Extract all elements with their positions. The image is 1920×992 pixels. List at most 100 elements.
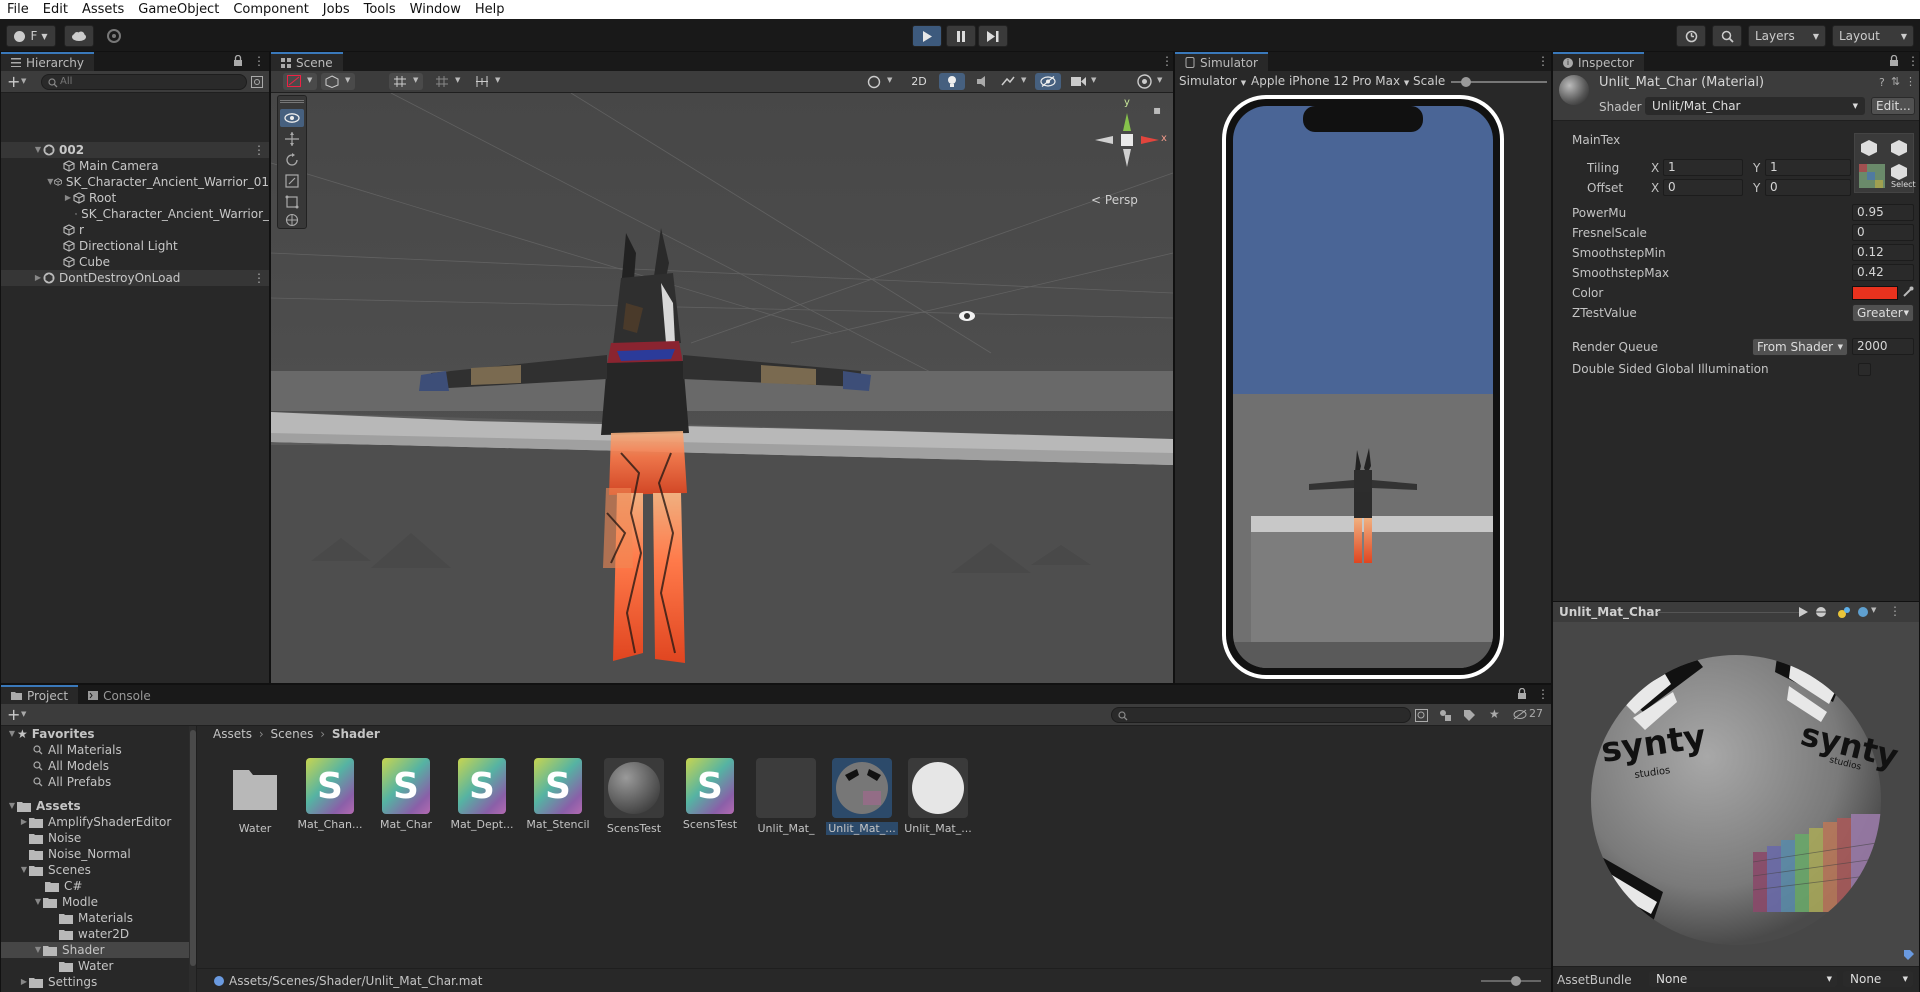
kebab-menu-icon[interactable]: ⋮ (1161, 54, 1173, 68)
lock-icon[interactable] (1889, 55, 1899, 66)
color-swatch[interactable] (1852, 286, 1898, 300)
draw-mode-dropdown[interactable]: ▼ (283, 73, 317, 90)
render-queue-mode-dropdown[interactable]: From Shader ▼ (1752, 338, 1848, 356)
favorite-star-icon[interactable]: ★ (1489, 707, 1500, 721)
kebab-menu-icon[interactable]: ⋮ (253, 142, 265, 158)
folder-amplifyshadereditor[interactable]: ▶ AmplifyShaderEditor (19, 814, 171, 830)
effects-dropdown[interactable]: ▼ (997, 73, 1031, 90)
asset-scenstest-shader[interactable]: S ScensTest (674, 758, 746, 831)
expand-arrow-icon[interactable]: ▶ (33, 270, 43, 286)
projection-toggle[interactable]: < Persp (1091, 193, 1138, 207)
favorites-header[interactable]: ▼ ★ Favorites (7, 726, 95, 742)
rotate-tool-button[interactable] (280, 151, 304, 169)
tab-hierarchy[interactable]: Hierarchy (1, 52, 95, 71)
folder-modle[interactable]: ▼ Modle (33, 894, 98, 910)
tab-project[interactable]: Project (1, 685, 79, 704)
folder-shader[interactable]: ▼ Shader (1, 942, 196, 958)
search-by-type-icon[interactable] (1415, 709, 1428, 722)
favorite-all-materials[interactable]: All Materials (33, 742, 122, 758)
menu-file[interactable]: File (0, 0, 36, 19)
sphere-mesh-icon[interactable] (1815, 606, 1827, 618)
favorite-all-prefabs[interactable]: All Prefabs (33, 774, 111, 790)
palette-handle-icon[interactable] (280, 100, 304, 103)
kebab-menu-icon[interactable]: ⋮ (1907, 54, 1919, 68)
chevron-down-icon[interactable]: ▼ (1871, 606, 1876, 614)
hierarchy-item-r[interactable]: r (1, 222, 269, 238)
menu-help[interactable]: Help (468, 0, 512, 19)
orientation-gizmo[interactable]: y x ▪ (1087, 97, 1167, 183)
preset-icon[interactable]: ⇅ (1891, 75, 1900, 88)
folder-materials[interactable]: Materials (59, 910, 133, 926)
view-tool-button[interactable] (280, 109, 304, 127)
expand-arrow-icon[interactable]: ▼ (19, 862, 29, 878)
asset-mat-chan-shader[interactable]: S Mat_Chan... (294, 758, 366, 831)
lock-icon[interactable] (1517, 688, 1527, 699)
cloud-button[interactable] (64, 25, 94, 47)
hierarchy-item-directional-light[interactable]: Directional Light (1, 238, 269, 254)
tab-console[interactable]: Console (78, 685, 161, 704)
project-search-input[interactable] (1111, 707, 1411, 723)
folder-water[interactable]: Water (59, 958, 113, 974)
smoothstepmax-field[interactable]: 0.42 (1852, 264, 1914, 281)
breadcrumb-scenes[interactable]: Scenes (271, 727, 314, 741)
expand-arrow-icon[interactable]: ▼ (7, 798, 17, 814)
dsgi-checkbox[interactable] (1858, 363, 1871, 376)
scene-viewport[interactable]: y x ▪ < Persp (271, 93, 1173, 683)
kebab-menu-icon[interactable]: ⋮ (1537, 687, 1549, 701)
filter-type-icon[interactable] (1439, 709, 1452, 722)
expand-arrow-icon[interactable]: ▼ (7, 726, 17, 742)
hierarchy-item-sk-character-mesh[interactable]: SK_Character_Ancient_Warrior_ (1, 206, 269, 222)
step-button[interactable] (978, 25, 1008, 47)
light-toggle-icon[interactable] (1837, 605, 1851, 619)
expand-arrow-icon[interactable]: ▼ (47, 174, 54, 190)
transform-tool-button[interactable] (280, 212, 304, 228)
device-dropdown[interactable]: Apple iPhone 12 Pro Max ▼ (1251, 74, 1409, 88)
label-icon[interactable] (1463, 709, 1476, 722)
folder-water2d[interactable]: water2D (59, 926, 129, 942)
fresnelscale-field[interactable]: 0 (1852, 224, 1914, 241)
edit-shader-button[interactable]: Edit... (1871, 97, 1915, 115)
eyedropper-icon[interactable] (1902, 286, 1914, 298)
help-icon[interactable]: ? (1879, 76, 1885, 89)
breadcrumb-assets[interactable]: Assets (213, 727, 252, 741)
background-sphere-icon[interactable] (1857, 606, 1869, 618)
tab-scene[interactable]: Scene (271, 52, 343, 71)
hierarchy-scene-002[interactable]: ▼ 002 ⋮ (1, 142, 269, 158)
assetbundle-variant-dropdown[interactable]: None ▼ (1843, 971, 1913, 987)
expand-arrow-icon[interactable]: ▼ (33, 942, 43, 958)
scene-visibility-toggle[interactable] (1035, 73, 1061, 90)
rect-tool-button[interactable] (280, 193, 304, 211)
grid-snap-dropdown[interactable]: ▼ (389, 73, 423, 90)
device-preview[interactable] (1221, 94, 1505, 680)
breadcrumb-shader[interactable]: Shader (332, 727, 380, 741)
icon-size-slider[interactable] (1481, 976, 1541, 986)
kebab-menu-icon[interactable]: ⋮ (1905, 75, 1916, 88)
gizmos-dropdown[interactable]: ▼ (1133, 73, 1169, 90)
ztest-dropdown[interactable]: Greater ▼ (1852, 304, 1914, 322)
lighting-toggle[interactable] (939, 73, 965, 90)
offset-x-field[interactable]: 0 (1663, 179, 1743, 196)
play-icon[interactable] (1799, 607, 1808, 617)
tree-scrollbar[interactable] (189, 726, 196, 992)
favorite-all-models[interactable]: All Models (33, 758, 109, 774)
scrollbar-thumb[interactable] (190, 730, 196, 966)
snap-increment-dropdown[interactable]: ▼ (431, 73, 465, 90)
material-preview-viewport[interactable]: synty studios synty studios (1553, 622, 1919, 966)
tab-inspector[interactable]: i Inspector (1553, 52, 1644, 71)
scale-slider-handle[interactable] (1461, 77, 1471, 87)
preview-drag-handle[interactable] (1657, 612, 1799, 613)
kebab-menu-icon[interactable]: ⋮ (253, 54, 265, 68)
hierarchy-scene-dontdestroyonload[interactable]: ▶ DontDestroyOnLoad ⋮ (1, 270, 269, 286)
chevron-down-icon[interactable]: ▼ (21, 77, 26, 85)
asset-unlit-mat-dark[interactable]: Unlit_Mat_ (750, 758, 822, 835)
expand-arrow-icon[interactable]: ▶ (19, 814, 29, 830)
menu-tools[interactable]: Tools (357, 0, 403, 19)
account-dropdown[interactable]: F ▼ (6, 25, 56, 47)
smoothstepmin-field[interactable]: 0.12 (1852, 244, 1914, 261)
expand-arrow-icon[interactable]: ▼ (33, 894, 43, 910)
texture-select-button[interactable]: Select (1891, 180, 1916, 189)
search-button[interactable] (1712, 25, 1742, 47)
shading-dropdown[interactable]: ▼ (321, 73, 355, 90)
menu-assets[interactable]: Assets (75, 0, 131, 19)
asset-mat-dept-shader[interactable]: S Mat_Dept... (446, 758, 518, 831)
